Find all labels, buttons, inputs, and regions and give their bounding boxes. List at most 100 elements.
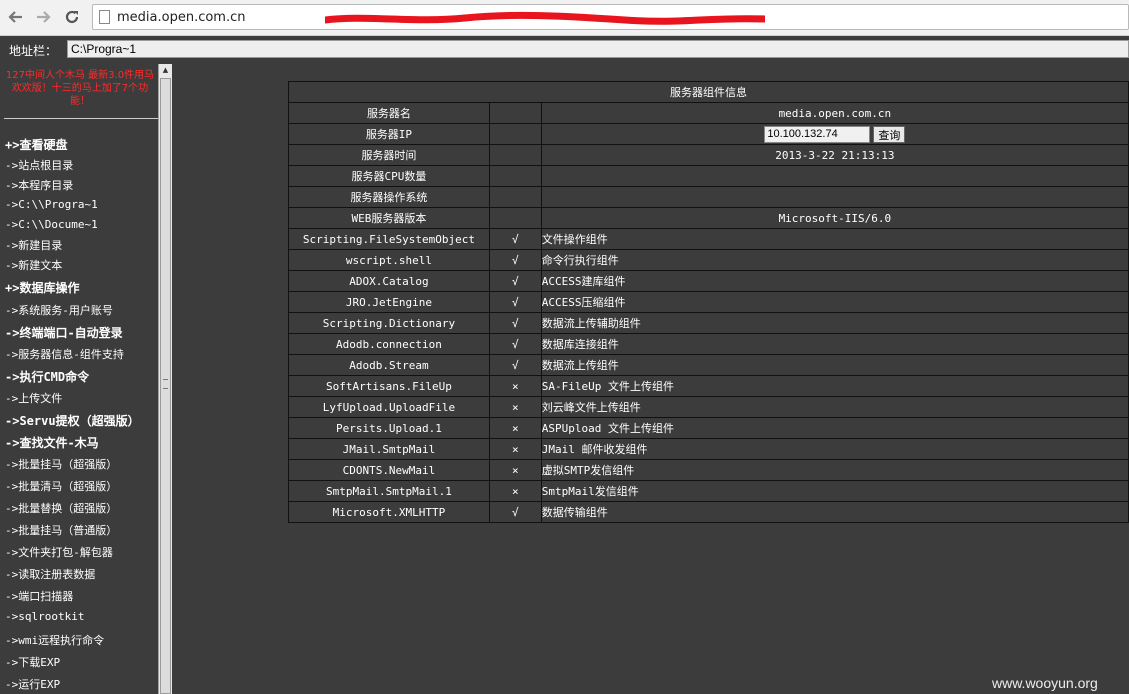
scrollbar-thumb[interactable] (160, 78, 171, 694)
component-status: × (488, 438, 542, 460)
sidebar-item[interactable]: ->批量挂马（超强版） (5, 456, 158, 472)
ip-input[interactable] (764, 125, 871, 143)
address-row: 地址栏： C:\Progra~1 (0, 37, 1129, 62)
component-desc: 文件操作组件 (540, 228, 1129, 250)
component-row: Adodb.Stream √ 数据流上传组件 (288, 354, 1129, 376)
watermark: www.wooyun.org (992, 675, 1098, 691)
url-host: media.open.com.cn (117, 10, 246, 25)
info-status (488, 186, 542, 208)
reload-icon (65, 10, 79, 24)
sidebar-item[interactable]: ->上传文件 (5, 390, 158, 406)
sidebar-item[interactable]: ->文件夹打包-解包器 (5, 544, 158, 560)
query-button[interactable]: 查询 (873, 125, 906, 143)
component-name: CDONTS.NewMail (288, 459, 490, 481)
sidebar-item[interactable]: ->服务器信息-组件支持 (5, 346, 158, 362)
component-row: Scripting.FileSystemObject √ 文件操作组件 (288, 228, 1129, 250)
address-label: 地址栏： (9, 44, 58, 58)
component-row: JRO.JetEngine √ ACCESS压缩组件 (288, 291, 1129, 313)
sidebar-item[interactable]: ->执行CMD命令 (5, 368, 158, 385)
component-row: Microsoft.XMLHTTP √ 数据传输组件 (288, 501, 1129, 523)
component-desc: 数据流上传辅助组件 (540, 312, 1129, 334)
component-desc: 数据库连接组件 (540, 333, 1129, 355)
component-desc: 数据传输组件 (540, 501, 1129, 523)
component-row: LyfUpload.UploadFile × 刘云峰文件上传组件 (288, 396, 1129, 418)
component-row: SmtpMail.SmtpMail.1 × SmtpMail发信组件 (288, 480, 1129, 502)
component-status: √ (488, 228, 542, 250)
component-status: √ (488, 291, 542, 313)
sidebar-item[interactable]: ->运行EXP (5, 676, 158, 692)
component-row: JMail.SmtpMail × JMail 邮件收发组件 (288, 438, 1129, 460)
sidebar-item[interactable]: ->批量清马（超强版） (5, 478, 158, 494)
reload-button[interactable] (60, 5, 84, 29)
component-desc: SA-FileUp 文件上传组件 (540, 375, 1129, 397)
sidebar-item[interactable]: ->查找文件-木马 (5, 434, 158, 451)
component-desc: 虚拟SMTP发信组件 (540, 459, 1129, 481)
component-desc: 数据流上传组件 (540, 354, 1129, 376)
info-label: 服务器CPU数量 (288, 165, 490, 187)
component-row: Scripting.Dictionary √ 数据流上传辅助组件 (288, 312, 1129, 334)
info-value: Microsoft-IIS/6.0 (540, 207, 1129, 229)
sidebar-item[interactable]: ->终端端口-自动登录 (5, 324, 158, 341)
sidebar-item[interactable]: ->sqlrootkit (5, 610, 158, 623)
component-name: wscript.shell (288, 249, 490, 271)
info-value (540, 165, 1129, 187)
sidebar-item[interactable]: +>查看硬盘 (5, 136, 158, 153)
sidebar-item[interactable]: ->批量挂马（普通版） (5, 522, 158, 538)
info-status (488, 123, 542, 145)
sidebar-item[interactable]: ->Servu提权（超强版） (5, 412, 158, 429)
table-title: 服务器组件信息 (288, 81, 1129, 103)
sidebar-item[interactable]: ->新建目录 (5, 237, 158, 253)
url-bar[interactable]: media.open.com.cn (92, 4, 1129, 30)
component-name: Microsoft.XMLHTTP (288, 501, 490, 523)
address-input[interactable]: C:\Progra~1 (67, 40, 1129, 58)
component-name: SoftArtisans.FileUp (288, 375, 490, 397)
info-status (488, 144, 542, 166)
component-status: √ (488, 312, 542, 334)
sidebar-item[interactable]: +>数据库操作 (5, 279, 158, 296)
component-status: √ (488, 270, 542, 292)
sidebar-item[interactable]: ->新建文本 (5, 257, 158, 273)
sidebar-item[interactable]: ->系统服务-用户账号 (5, 302, 158, 318)
info-value: media.open.com.cn (540, 102, 1129, 124)
info-label: 服务器时间 (288, 144, 490, 166)
component-desc: SmtpMail发信组件 (540, 480, 1129, 502)
component-row: Adodb.connection √ 数据库连接组件 (288, 333, 1129, 355)
component-desc: JMail 邮件收发组件 (540, 438, 1129, 460)
sidebar-item[interactable]: ->C:\\Docume~1 (5, 218, 158, 231)
sidebar-item[interactable]: ->站点根目录 (5, 157, 158, 173)
component-name: Adodb.connection (288, 333, 490, 355)
component-status: × (488, 417, 542, 439)
sidebar-item[interactable]: ->本程序目录 (5, 177, 158, 193)
info-value: 2013-3-22 21:13:13 (540, 144, 1129, 166)
component-desc: ACCESS建库组件 (540, 270, 1129, 292)
back-button[interactable] (4, 5, 28, 29)
sidebar-item[interactable]: ->批量替换（超强版） (5, 500, 158, 516)
forward-button[interactable] (31, 5, 55, 29)
sidebar-item[interactable]: ->C:\\Progra~1 (5, 198, 158, 211)
sidebar-notice: 127中间人个木马 最新3.0件用马欢欢版！十三的马上加了7个功能！ (5, 70, 155, 107)
sidebar-item[interactable]: ->端口扫描器 (5, 588, 158, 604)
component-name: Persits.Upload.1 (288, 417, 490, 439)
sidebar-scrollbar[interactable]: ▲ (158, 64, 172, 694)
component-status: × (488, 396, 542, 418)
sidebar-item[interactable]: ->下载EXP (5, 654, 158, 670)
component-name: ADOX.Catalog (288, 270, 490, 292)
info-label: WEB服务器版本 (288, 207, 490, 229)
grip-icon (163, 379, 168, 389)
info-row: 服务器CPU数量 (288, 165, 1129, 187)
component-status: × (488, 480, 542, 502)
component-desc: ASPUpload 文件上传组件 (540, 417, 1129, 439)
sidebar-item[interactable]: ->wmi远程执行命令 (5, 632, 158, 648)
component-row: SoftArtisans.FileUp × SA-FileUp 文件上传组件 (288, 375, 1129, 397)
scroll-up-icon[interactable]: ▲ (160, 65, 171, 76)
component-name: LyfUpload.UploadFile (288, 396, 490, 418)
sidebar-divider (4, 118, 158, 119)
component-row: wscript.shell √ 命令行执行组件 (288, 249, 1129, 271)
component-name: Adodb.Stream (288, 354, 490, 376)
info-row: WEB服务器版本 Microsoft-IIS/6.0 (288, 207, 1129, 229)
component-status: √ (488, 501, 542, 523)
info-row: 服务器操作系统 (288, 186, 1129, 208)
info-status (488, 102, 542, 124)
sidebar-item[interactable]: ->读取注册表数据 (5, 566, 158, 582)
info-label: 服务器操作系统 (288, 186, 490, 208)
